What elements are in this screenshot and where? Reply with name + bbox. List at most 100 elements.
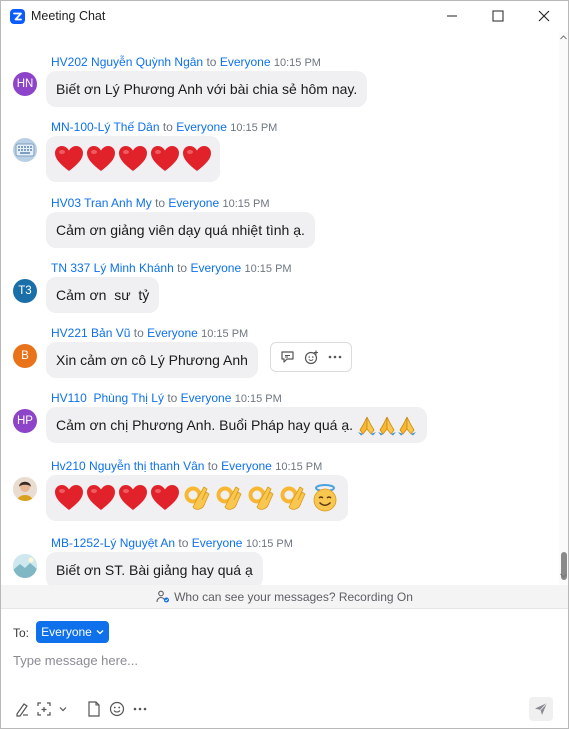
chevron-down-icon	[96, 630, 104, 635]
to-label: to	[178, 536, 189, 550]
heart-emoji-icon	[119, 485, 147, 510]
message-text: Cảm ơn giảng viên dạy quá nhiệt tình ạ.	[56, 222, 305, 238]
format-text-button[interactable]	[13, 700, 31, 718]
ok-hand-emoji-icon	[216, 486, 242, 510]
recipient-name: Everyone	[147, 326, 198, 340]
to-label: to	[155, 196, 166, 210]
recipient-name: Everyone	[219, 55, 271, 69]
scroll-down-arrow-icon[interactable]	[560, 572, 567, 579]
message-time: 10:15 PM	[245, 538, 293, 550]
heart-emoji-icon	[87, 146, 115, 171]
recipient-name: Everyone	[180, 391, 232, 405]
message-header: HV03 Tran Anh My to Everyone 10:15 PM	[51, 196, 270, 210]
emoji-icon	[109, 701, 125, 717]
message-time: 10:15 PM	[275, 461, 323, 473]
message-text: Xin cảm ơn cô Lý Phương Anh	[56, 352, 248, 368]
heart-emoji-icon	[151, 146, 179, 171]
heart-emoji-icon	[87, 485, 115, 510]
recipient-dropdown[interactable]: Everyone	[36, 621, 109, 643]
share-file-button[interactable]	[85, 700, 103, 718]
smiling-face-with-halo-emoji-icon	[313, 484, 337, 512]
avatar[interactable]: B	[13, 344, 37, 368]
heart-emoji-icon	[55, 485, 83, 510]
maximize-button[interactable]	[475, 1, 521, 31]
message-text: Cảm ơn sư tỷ	[56, 287, 150, 303]
more-options-icon	[328, 355, 342, 359]
keyboard-photo-avatar-icon[interactable]	[13, 138, 37, 162]
message-header: HV221 Bản Vũ to Everyone 10:15 PM	[51, 326, 248, 340]
more-options-button[interactable]	[131, 700, 149, 718]
sender-name[interactable]: HV221 Bản Vũ	[51, 326, 130, 340]
profile-photo-avatar-icon[interactable]	[13, 477, 37, 501]
sender-name[interactable]: MN-100-Lý Thế Dân	[51, 120, 160, 134]
message-actions-toolbar	[270, 342, 352, 372]
message-bubble[interactable]: Cảm ơn giảng viên dạy quá nhiệt tình ạ.	[46, 212, 315, 248]
message-header: HV202 Nguyễn Quỳnh Ngân to Everyone 10:1…	[51, 55, 321, 69]
reply-thread-button[interactable]	[277, 347, 297, 367]
meeting-chat-window: Meeting Chat HN HV202 Nguyễn Quỳnh Ngân …	[0, 0, 569, 729]
message-time: 10:15 PM	[244, 263, 292, 275]
message-bubble[interactable]: Xin cảm ơn cô Lý Phương Anh	[46, 342, 258, 378]
screenshot-icon	[37, 702, 51, 716]
file-icon	[88, 701, 100, 717]
landscape-photo-avatar-icon[interactable]	[13, 554, 37, 578]
message-visibility-notice[interactable]: Who can see your messages? Recording On	[1, 585, 568, 609]
message-bubble[interactable]: Biết ơn Lý Phương Anh với bài chia sẻ hô…	[46, 71, 368, 107]
compose-toolbar	[1, 697, 568, 723]
send-icon	[535, 702, 548, 715]
message-time: 10:15 PM	[234, 393, 282, 405]
scroll-up-arrow-icon[interactable]	[560, 34, 567, 41]
ok-hand-emoji-icon	[248, 486, 274, 510]
send-button[interactable]	[529, 697, 553, 721]
chat-message-list[interactable]: HN HV202 Nguyễn Quỳnh Ngân to Everyone 1…	[1, 45, 568, 585]
emoji-button[interactable]	[108, 700, 126, 718]
screenshot-options-button[interactable]	[57, 700, 69, 718]
sender-name[interactable]: HV110 Phùng Thị Lý	[51, 391, 164, 405]
compose-to-label: To:	[13, 626, 30, 640]
title-bar: Meeting Chat	[1, 1, 568, 32]
to-label: to	[167, 391, 178, 405]
avatar[interactable]: HN	[13, 72, 37, 96]
folded-hands-emoji-icon	[378, 416, 397, 436]
avatar[interactable]: T3	[13, 279, 37, 303]
screenshot-button[interactable]	[35, 700, 53, 718]
window-title: Meeting Chat	[31, 9, 106, 23]
message-header: HV110 Phùng Thị Lý to Everyone 10:15 PM	[51, 391, 282, 405]
recipient-name: Everyone	[191, 536, 243, 550]
recipient-name: Everyone	[176, 120, 227, 134]
to-label: to	[162, 120, 173, 134]
add-reaction-button[interactable]	[301, 347, 321, 367]
message-bubble[interactable]: Cảm ơn chị Phương Anh. Buổi Pháp hay quá…	[46, 407, 428, 443]
minimize-button[interactable]	[429, 1, 475, 31]
sender-name[interactable]: TN 337 Lý Minh Khánh	[51, 261, 174, 275]
emoji-row	[54, 145, 212, 173]
message-bubble[interactable]	[46, 475, 348, 521]
folded-hands-emoji-icon	[398, 416, 417, 436]
message-bubble[interactable]: Biết ơn ST. Bài giảng hay quá ạ	[46, 552, 263, 585]
chat-scrollbar[interactable]	[559, 32, 568, 585]
visibility-notice-text: Who can see your messages? Recording On	[174, 589, 413, 604]
message-bubble[interactable]	[46, 136, 220, 182]
to-label: to	[133, 326, 144, 340]
heart-emoji-icon	[55, 146, 83, 171]
format-text-icon	[16, 703, 28, 717]
sender-name[interactable]: Hv210 Nguyễn thị thanh Vân	[51, 459, 204, 473]
message-input[interactable]	[13, 649, 553, 671]
heart-emoji-icon	[119, 146, 147, 171]
minimize-icon	[447, 15, 457, 17]
more-options-button[interactable]	[325, 347, 345, 367]
avatar[interactable]: HP	[13, 409, 37, 433]
recipient-name: Everyone	[221, 459, 272, 473]
message-header: Hv210 Nguyễn thị thanh Vân to Everyone 1…	[51, 459, 322, 473]
more-options-icon	[133, 707, 147, 711]
close-button[interactable]	[521, 1, 567, 31]
sender-name[interactable]: HV03 Tran Anh My	[51, 196, 152, 210]
zoom-logo-icon	[10, 9, 25, 24]
sender-name[interactable]: HV202 Nguyễn Quỳnh Ngân	[51, 55, 203, 69]
message-bubble[interactable]: Cảm ơn sư tỷ	[46, 277, 160, 313]
message-text: Biết ơn ST. Bài giảng hay quá ạ	[56, 562, 253, 578]
ok-hand-emoji-icon	[184, 486, 210, 510]
to-label: to	[207, 459, 218, 473]
sender-name[interactable]: MB-1252-Lý Nguyệt An	[51, 536, 175, 550]
message-header: MB-1252-Lý Nguyệt An to Everyone 10:15 P…	[51, 536, 293, 550]
